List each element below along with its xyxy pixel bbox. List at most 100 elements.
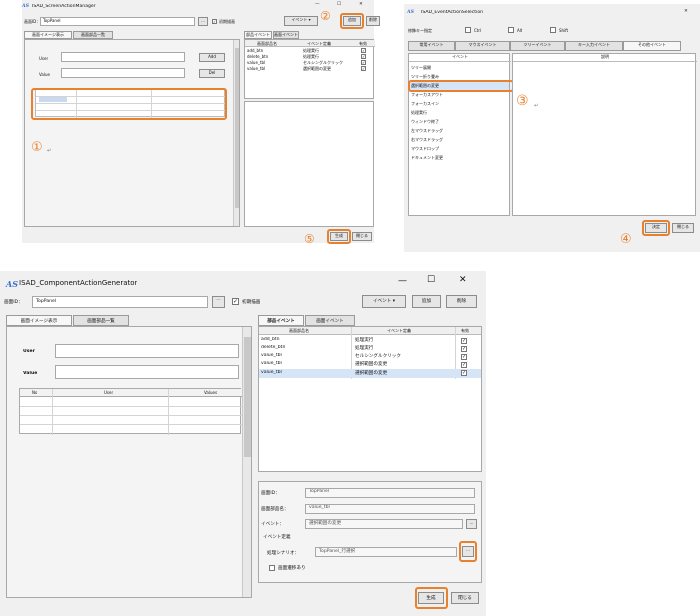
list-item[interactable]: フォーカスアウト (411, 92, 443, 98)
table-row[interactable]: value_tbl 選択範囲の変更 ✓ (259, 361, 481, 369)
value-table[interactable]: No User Values (19, 388, 242, 435)
tab-tree-events[interactable]: ツリーイベント (510, 41, 565, 51)
detail-event-field: 選択範囲の変更 (305, 519, 463, 529)
left-scrollbar[interactable] (233, 40, 239, 226)
shift-label: Shift (559, 28, 569, 33)
list-item[interactable]: ドキュメント変更 (411, 155, 443, 161)
component-action-generator-window: AS ISAD_ComponentActionGenerator — ☐ ✕ 画… (0, 271, 486, 616)
tab-screen-image[interactable]: 画面イメージ表示 (24, 31, 72, 39)
marker-1: ① (31, 140, 43, 155)
value-field[interactable] (55, 365, 239, 379)
delete-button[interactable]: 削除 (366, 16, 380, 26)
col-no-header: No (32, 390, 38, 395)
minimize-icon[interactable]: — (315, 2, 320, 7)
minimize-icon[interactable]: — (398, 276, 407, 286)
close-button[interactable]: 閉じる (672, 223, 694, 233)
table-row-selected[interactable]: value_tbl 選択範囲の変更 ✓ (259, 369, 481, 378)
detail-screen-id-label: 画面ID： (261, 491, 280, 496)
tab-screen-events[interactable]: 画面イベント (305, 315, 355, 326)
window-title: ISAD_ComponentActionGenerator (19, 279, 138, 287)
close-button[interactable]: 閉じる (352, 232, 372, 241)
list-item[interactable]: 右マウスドラッグ (411, 137, 443, 143)
left-scrollbar[interactable] (242, 327, 251, 597)
tab-key-events[interactable]: キー入力イベント (565, 41, 623, 51)
event-list[interactable]: イベント ツリー展開 ツリー折り畳み 選択範囲の変更 フォーカスアウト フォーカ… (408, 53, 514, 216)
list-item[interactable]: ツリー展開 (411, 65, 431, 71)
tab-screen-events[interactable]: 画面イベント (273, 31, 299, 39)
screen-image-panel: User Value No User Values (6, 326, 252, 598)
shift-checkbox[interactable] (550, 27, 556, 33)
list-item[interactable]: フォーカスイン (411, 101, 439, 107)
value-field[interactable] (61, 68, 185, 78)
user-label: User (23, 349, 35, 354)
screen-id-browse-button[interactable]: ... (212, 296, 225, 308)
detail-event-browse-button[interactable]: ... (466, 519, 477, 529)
table-row[interactable]: value_tbl セルシングルクリック ✓ (259, 353, 481, 361)
tab-mouse-events[interactable]: マウスイベント (455, 41, 510, 51)
window-title: ISAD_EventActionSelection (421, 10, 484, 15)
list-item[interactable]: 処理実行 (411, 110, 427, 116)
value-label: Value (23, 371, 38, 376)
add-button[interactable]: 追加 (412, 295, 441, 308)
screen-id-label: 画面ID： (4, 300, 23, 305)
screen-id-field[interactable]: TopPanel (32, 296, 208, 308)
close-icon[interactable]: ✕ (359, 2, 363, 7)
event-detail-panel: 画面ID： TopPanel 画面部品名： value_tbl イベント： 選択… (258, 481, 482, 583)
event-dropdown[interactable]: イベント ▾ (362, 295, 406, 308)
highlight-generate (327, 229, 351, 244)
list-item[interactable]: マウスドロップ (411, 146, 439, 152)
screen-image-panel: User Add Value Del ① ↵ (24, 39, 240, 227)
tab-part-events[interactable]: 部品イベント (244, 31, 272, 39)
maximize-icon[interactable]: ☐ (427, 275, 435, 285)
maximize-icon[interactable]: ☐ (337, 2, 341, 7)
modifier-label: 修飾キー指定 (408, 28, 432, 33)
list-item[interactable]: 左マウスドラッグ (411, 128, 443, 134)
tab-screen-parts[interactable]: 画面部品一覧 (73, 315, 129, 326)
table-row[interactable]: value_tbl 選択範囲の変更 ✓ (245, 66, 375, 72)
add-small-button[interactable]: Add (199, 53, 225, 62)
highlight-ok (642, 220, 670, 236)
screen-id-field[interactable]: TopPanel (40, 17, 195, 26)
marker-3: ③ (516, 93, 529, 109)
tab-common-events[interactable]: 常用イベント (408, 41, 455, 51)
event-list-table[interactable]: 画面部品名 イベント定義 有効 add_btn 処理実行 ✓ delete_bt… (258, 326, 482, 472)
table-row[interactable]: add_btn 処理実行 ✓ (259, 337, 481, 345)
screen-id-label: 画面ID： (24, 19, 41, 24)
list-item[interactable]: ウィンドウ終了 (411, 119, 439, 125)
close-icon[interactable]: ✕ (459, 275, 467, 285)
delete-button[interactable]: 削除 (446, 295, 477, 308)
description-panel: 説明 (512, 53, 697, 216)
tab-part-events[interactable]: 部品イベント (258, 315, 304, 326)
ctrl-checkbox[interactable] (465, 27, 471, 33)
highlight-generate (415, 587, 448, 609)
screen-id-browse-button[interactable]: ... (198, 17, 208, 26)
user-field[interactable] (61, 52, 185, 62)
col-event-header: イベント (409, 54, 511, 62)
init-draw-checkbox[interactable]: ✓ (232, 298, 239, 305)
event-dropdown[interactable]: イベント ▾ (284, 16, 318, 26)
tab-screen-parts[interactable]: 画面部品一覧 (73, 31, 113, 39)
col-desc-header: 説明 (513, 54, 697, 62)
close-icon[interactable]: ✕ (684, 9, 688, 14)
alt-label: Alt (517, 28, 523, 33)
highlight-table (31, 88, 227, 120)
tab-screen-image[interactable]: 画面イメージ表示 (6, 315, 72, 326)
detail-part-field: value_tbl (305, 504, 475, 514)
table-row[interactable]: delete_btn 処理実行 ✓ (259, 345, 481, 353)
close-button[interactable]: 閉じる (451, 592, 479, 604)
app-logo-icon: AS (22, 4, 29, 9)
del-small-button[interactable]: Del (199, 69, 225, 78)
screen-transition-checkbox[interactable] (269, 565, 275, 571)
col-enabled-header: 有効 (461, 328, 469, 333)
alt-checkbox[interactable] (508, 27, 514, 33)
col-values-header: Values (204, 390, 218, 395)
cursor-icon: ↵ (534, 103, 539, 109)
init-draw-checkbox[interactable]: ✓ (212, 19, 217, 24)
user-field[interactable] (55, 344, 239, 358)
app-logo-icon: AS (6, 279, 18, 289)
tab-other-events[interactable]: その他イベント (623, 41, 681, 51)
marker-2: ② (320, 9, 331, 23)
marker-5: ⑤ (304, 232, 315, 246)
event-list-table[interactable]: 画面部品名 イベント定義 有効 add_btn 処理実行 ✓ delete_bt… (244, 39, 375, 99)
col-part-header: 画面部品名 (289, 328, 309, 333)
